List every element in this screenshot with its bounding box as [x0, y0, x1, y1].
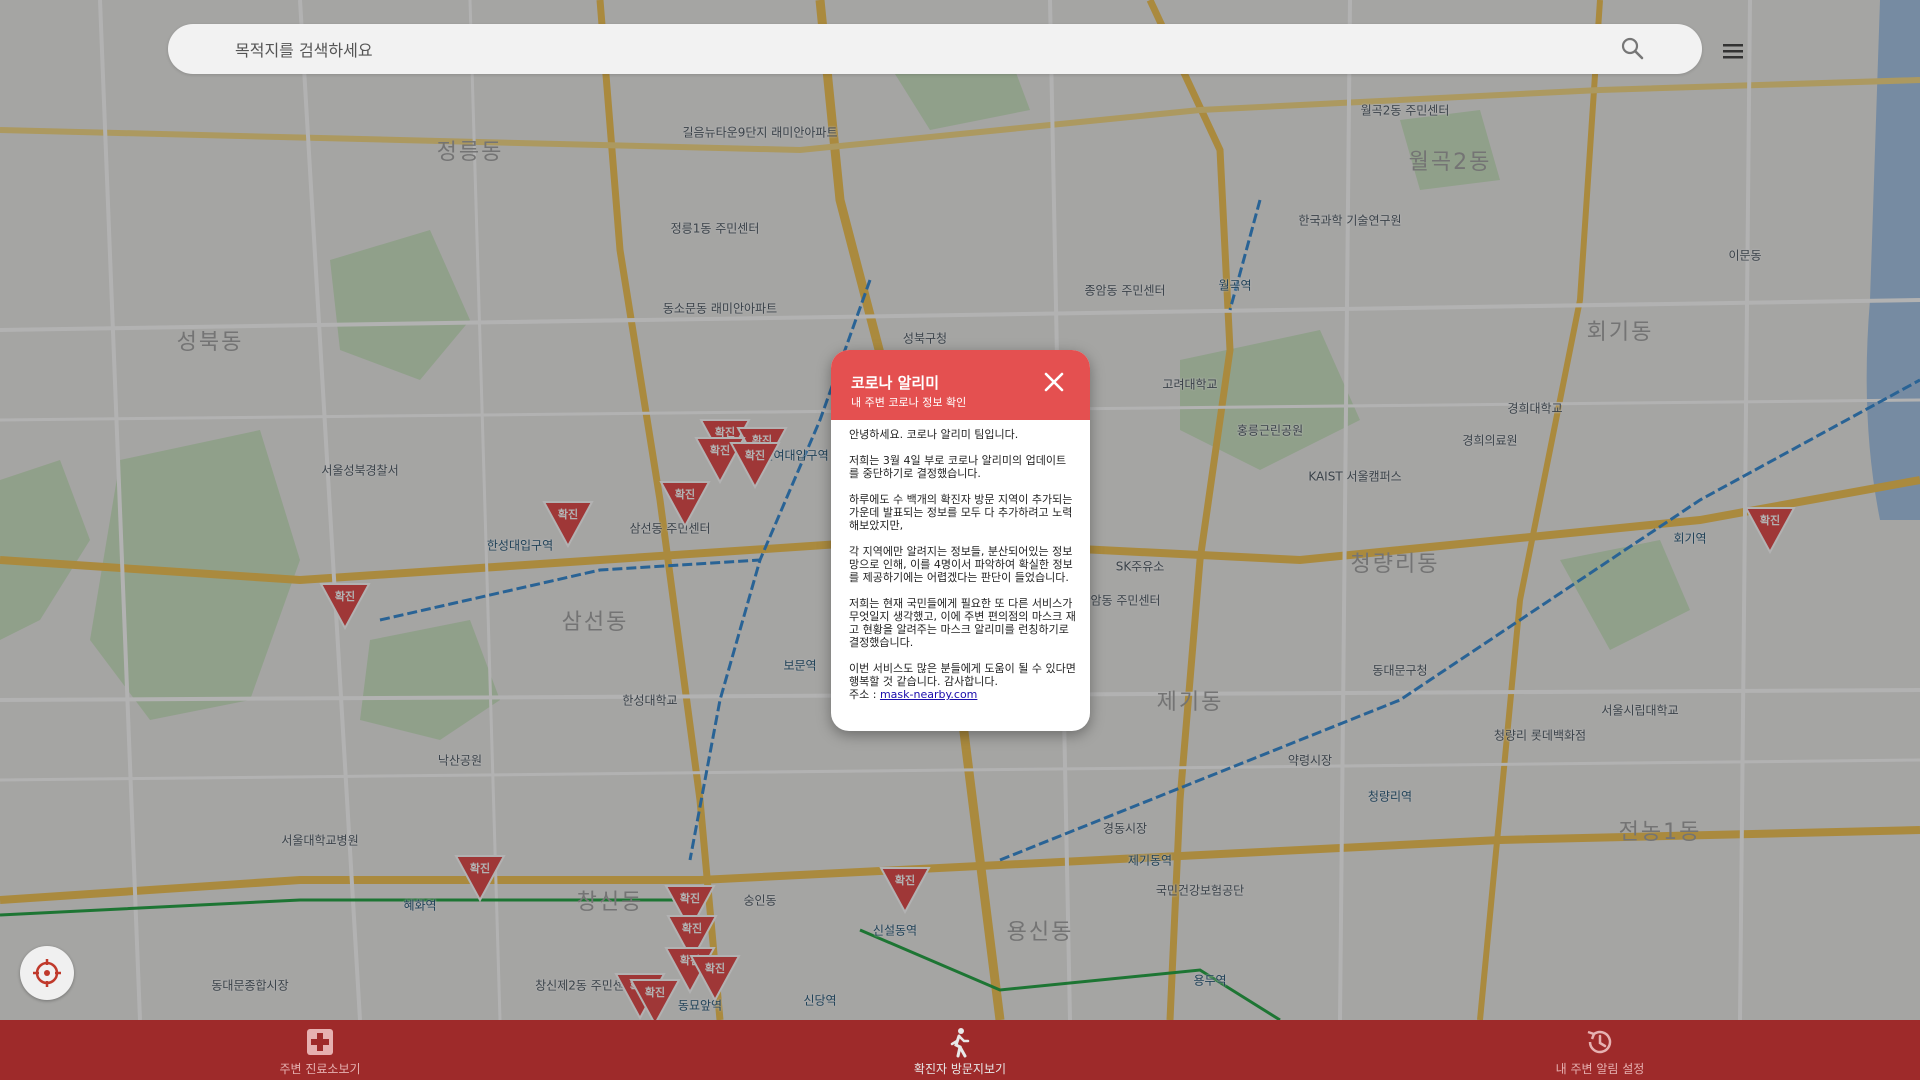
search-icon[interactable] — [1618, 34, 1648, 64]
nav-item-clinics[interactable]: 주변 진료소보기 — [0, 1020, 640, 1080]
location-history-icon — [1587, 1030, 1612, 1054]
close-icon[interactable] — [1040, 368, 1068, 396]
modal-paragraph: 하루에도 수 백개의 확진자 방문 지역이 추가되는 가운데 발표되는 정보를 … — [849, 493, 1073, 532]
crosshair-location-icon — [33, 959, 61, 987]
modal-paragraph: 각 지역에만 알려지는 정보들, 분산되어있는 정보망으로 인해, 이를 4명이… — [849, 545, 1073, 584]
address-link[interactable]: mask-nearby.com — [880, 688, 977, 701]
hamburger-menu-icon[interactable] — [1717, 37, 1749, 65]
modal-paragraph: 이번 서비스도 많은 분들에게 도움이 될 수 있다면 행복할 것 같습니다. … — [849, 662, 1076, 688]
nav-label: 확진자 방문지보기 — [913, 1062, 1007, 1076]
nav-item-alert-settings[interactable]: 내 주변 알림 설정 — [1280, 1020, 1920, 1080]
walking-person-icon — [950, 1028, 970, 1058]
search-input[interactable] — [233, 24, 1537, 76]
hospital-cross-icon — [307, 1029, 333, 1055]
my-location-button[interactable] — [20, 946, 74, 1000]
modal-paragraph: 안녕하세요. 코로나 알리미 팀입니다. — [849, 428, 1019, 441]
modal-subtitle: 내 주변 코로나 정보 확인 — [851, 396, 967, 409]
nav-label: 내 주변 알림 설정 — [1555, 1062, 1645, 1076]
address-label: 주소 : — [849, 688, 877, 701]
nav-item-visited-places[interactable]: 확진자 방문지보기 — [640, 1020, 1280, 1080]
search-bar — [168, 24, 1702, 76]
modal-address: 주소 : mask-nearby.com — [849, 688, 1076, 701]
notice-modal: 코로나 알리미 내 주변 코로나 정보 확인 안녕하세요. 코로나 알리미 팀입… — [831, 350, 1090, 731]
bottom-nav: 주변 진료소보기 확진자 방문지보기 내 주변 알림 설정 — [0, 1020, 1920, 1080]
modal-paragraph: 저희는 3월 4일 부로 코로나 알리미의 업데이트를 중단하기로 결정했습니다… — [849, 454, 1067, 480]
modal-title: 코로나 알리미 — [851, 374, 940, 392]
modal-body: 안녕하세요. 코로나 알리미 팀입니다. 저희는 3월 4일 부로 코로나 알리… — [831, 420, 1090, 701]
modal-header: 코로나 알리미 내 주변 코로나 정보 확인 — [831, 350, 1090, 420]
modal-paragraph: 저희는 현재 국민들에게 필요한 또 다른 서비스가 무엇일지 생각했고, 이에… — [849, 597, 1076, 649]
nav-label: 주변 진료소보기 — [279, 1062, 361, 1076]
